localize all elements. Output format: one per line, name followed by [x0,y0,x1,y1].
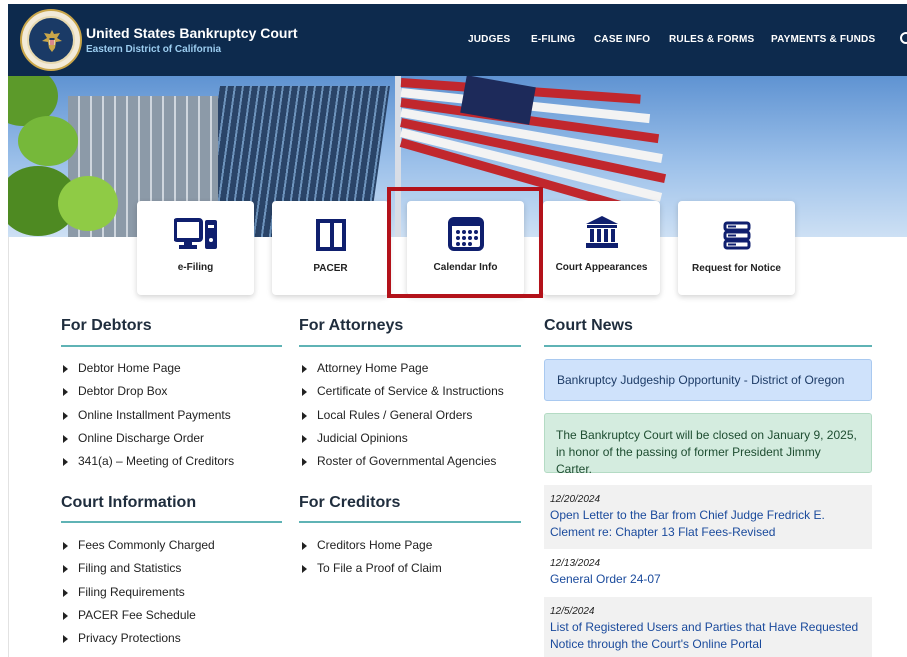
nav-rules-forms[interactable]: RULES & FORMS [669,34,754,45]
search-icon[interactable] [900,32,907,44]
news-link[interactable]: General Order 24-07 [550,571,866,588]
court-name[interactable]: United States Bankruptcy Court [86,25,298,41]
flag-canton [460,76,536,125]
link-online-discharge-order[interactable]: Online Discharge Order [61,431,234,454]
debtor-links: Debtor Home Page Debtor Drop Box Online … [61,361,234,477]
section-title-for-debtors: For Debtors [61,317,152,334]
section-title-court-information: Court Information [61,494,197,511]
news-link[interactable]: Open Letter to the Bar from Chief Judge … [550,507,866,541]
link-debtor-home-page[interactable]: Debtor Home Page [61,361,234,384]
news-item: 12/20/2024 Open Letter to the Bar from C… [544,485,872,549]
link-online-installment-payments[interactable]: Online Installment Payments [61,408,234,431]
news-date: 12/13/2024 [550,558,601,569]
link-fees-commonly-charged[interactable]: Fees Commonly Charged [61,538,215,561]
link-privacy-protections[interactable]: Privacy Protections [61,631,215,654]
highlight-box [387,187,543,298]
link-certificate-of-service[interactable]: Certificate of Service & Instructions [300,384,504,407]
nav-payments-funds[interactable]: PAYMENTS & FUNDS [771,34,875,45]
nav-judges[interactable]: JUDGES [468,34,510,45]
quick-link-label: e-Filing [177,262,214,273]
section-divider [61,345,282,347]
computer-icon [173,218,217,249]
link-filing-requirements[interactable]: Filing Requirements [61,585,215,608]
section-divider [299,521,521,523]
news-date: 12/20/2024 [550,494,601,505]
link-meeting-of-creditors[interactable]: 341(a) – Meeting of Creditors [61,454,234,477]
news-alert-closure: The Bankruptcy Court will be closed on J… [544,413,872,476]
news-date: 12/5/2024 [550,606,595,617]
news-item: 12/5/2024 List of Registered Users and P… [544,597,872,657]
section-title-for-attorneys: For Attorneys [299,317,404,334]
court-information-links: Fees Commonly Charged Filing and Statist… [61,538,215,654]
quick-link-request-for-notice[interactable]: Request for Notice [678,201,795,295]
section-divider [299,345,521,347]
link-creditors-home-page[interactable]: Creditors Home Page [300,538,442,561]
link-file-proof-of-claim[interactable]: To File a Proof of Claim [300,561,442,584]
link-debtor-drop-box[interactable]: Debtor Drop Box [61,384,234,407]
stacked-database-icon [723,221,750,250]
quick-link-label: PACER [313,263,348,274]
link-filing-and-statistics[interactable]: Filing and Statistics [61,561,215,584]
creditor-links: Creditors Home Page To File a Proof of C… [300,538,442,585]
quick-link-label: Court Appearances [555,262,648,273]
section-title-court-news: Court News [544,317,633,334]
content-divider [8,237,9,657]
book-icon [315,219,346,251]
section-divider [544,345,872,347]
link-attorney-home-page[interactable]: Attorney Home Page [300,361,504,384]
link-local-rules-general-orders[interactable]: Local Rules / General Orders [300,408,504,431]
section-title-for-creditors: For Creditors [299,494,401,511]
courthouse-icon [585,216,618,248]
quick-link-e-filing[interactable]: e-Filing [137,201,254,295]
quick-link-pacer[interactable]: PACER [272,201,389,295]
district-name[interactable]: Eastern District of California [86,44,221,55]
eagle-icon [42,30,62,52]
attorney-links: Attorney Home Page Certificate of Servic… [300,361,504,477]
section-divider [61,521,282,523]
quick-link-court-appearances[interactable]: Court Appearances [543,201,660,295]
seal-center [27,16,75,64]
link-pacer-fee-schedule[interactable]: PACER Fee Schedule [61,608,215,631]
link-judicial-opinions[interactable]: Judicial Opinions [300,431,504,454]
news-item: 12/13/2024 General Order 24-07 [544,549,872,597]
news-link[interactable]: List of Registered Users and Parties tha… [550,619,866,653]
quick-link-label: Request for Notice [692,263,781,274]
news-alert-judgeship[interactable]: Bankruptcy Judgeship Opportunity - Distr… [544,359,872,401]
site-header: United States Bankruptcy Court Eastern D… [8,4,907,76]
tree-foliage [8,76,118,237]
court-seal-logo[interactable] [20,9,82,71]
link-roster-of-governmental-agencies[interactable]: Roster of Governmental Agencies [300,454,504,477]
nav-case-info[interactable]: CASE INFO [594,34,650,45]
nav-e-filing[interactable]: E-FILING [531,34,575,45]
